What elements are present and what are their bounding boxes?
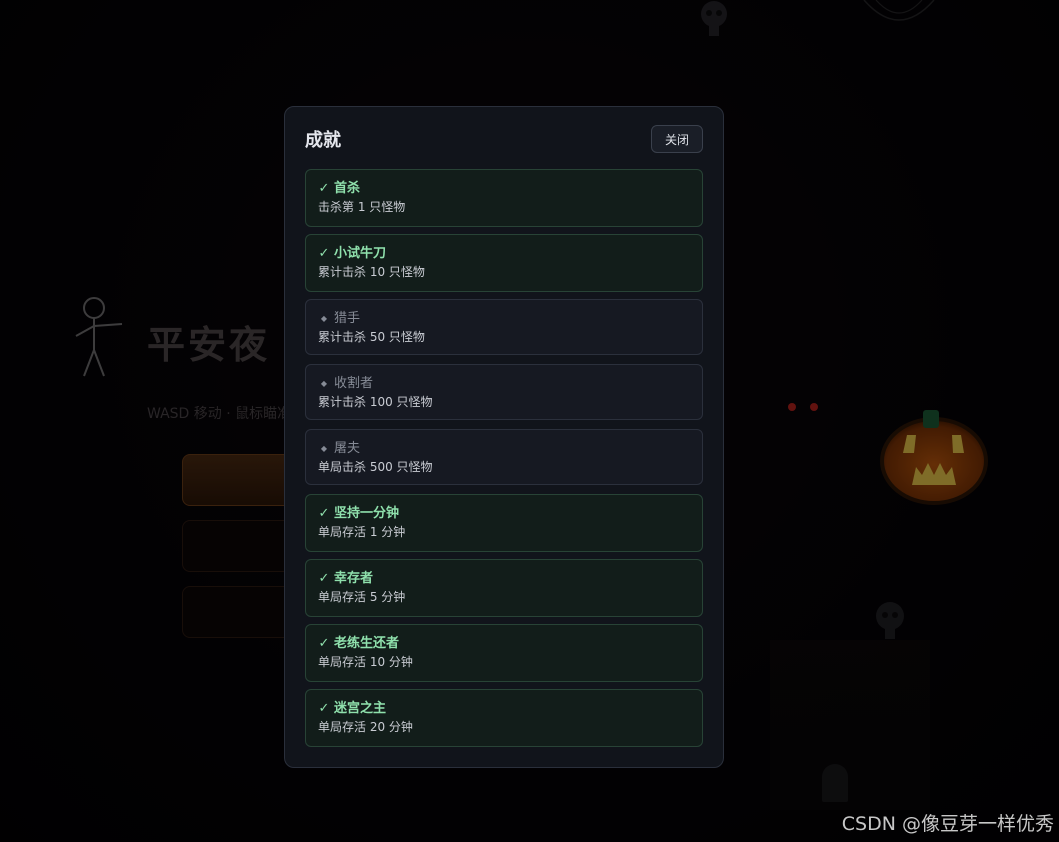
achievement-card: ◆ 猎手累计击杀 50 只怪物	[305, 299, 703, 355]
achievement-name: 屠夫	[334, 441, 361, 456]
achievement-name: 首杀	[334, 181, 361, 196]
checkmark-icon: ✓	[318, 246, 330, 261]
achievement-name: 猎手	[334, 311, 361, 326]
achievement-name: 老练生还者	[334, 636, 400, 651]
achievement-name: 收割者	[334, 376, 374, 391]
achievement-name: 迷宫之主	[334, 701, 387, 716]
achievement-description: 单局击杀 500 只怪物	[318, 460, 433, 474]
achievement-name-row: ✓ 首杀	[318, 180, 690, 197]
diamond-icon: ◆	[320, 444, 328, 453]
achievement-card: ✓ 老练生还者单局存活 10 分钟	[305, 624, 703, 682]
achievement-description: 单局存活 20 分钟	[318, 720, 413, 734]
achievement-description: 击杀第 1 只怪物	[318, 200, 406, 214]
achievement-description: 单局存活 10 分钟	[318, 655, 413, 669]
achievement-card: ✓ 幸存者单局存活 5 分钟	[305, 559, 703, 617]
achievements-modal: 成就 关闭 ✓ 首杀 击杀第 1 只怪物 ✓ 小试牛刀 累计击杀 10 只怪物 ◆ 猎手 累计击…	[284, 106, 724, 768]
achievement-name: 幸存者	[334, 571, 374, 586]
achievement-list: ✓ 首杀击杀第 1 只怪物 ✓ 小试牛刀累计击杀 10 只怪物 ◆ 猎手累计击杀 50 只…	[305, 169, 703, 747]
achievement-card: ✓ 坚持一分钟单局存活 1 分钟	[305, 494, 703, 552]
modal-title: 成就	[305, 130, 341, 151]
achievement-card: ◆ 收割者累计击杀 100 只怪物	[305, 364, 703, 420]
diamond-icon: ◆	[320, 314, 328, 323]
achievement-name-row: ◆ 屠夫	[318, 440, 690, 457]
close-button[interactable]: 关闭	[651, 125, 703, 153]
achievement-description: 单局存活 5 分钟	[318, 590, 406, 604]
achievement-card: ✓ 小试牛刀累计击杀 10 只怪物	[305, 234, 703, 292]
achievement-name-row: ◆ 收割者	[318, 375, 690, 392]
achievement-card: ✓ 首杀击杀第 1 只怪物	[305, 169, 703, 227]
achievement-name-row: ✓ 小试牛刀	[318, 245, 690, 262]
checkmark-icon: ✓	[318, 636, 330, 651]
achievement-name-row: ✓ 坚持一分钟	[318, 505, 690, 522]
achievement-description: 单局存活 1 分钟	[318, 525, 406, 539]
checkmark-icon: ✓	[318, 181, 330, 196]
achievement-name-row: ◆ 猎手	[318, 310, 690, 327]
checkmark-icon: ✓	[318, 506, 330, 521]
achievement-card: ◆ 屠夫单局击杀 500 只怪物	[305, 429, 703, 485]
checkmark-icon: ✓	[318, 701, 330, 716]
achievement-name: 坚持一分钟	[334, 506, 400, 521]
modal-header: 成就 关闭	[305, 123, 703, 155]
achievement-description: 累计击杀 10 只怪物	[318, 265, 425, 279]
diamond-icon: ◆	[320, 379, 328, 388]
achievement-name: 小试牛刀	[334, 246, 387, 261]
achievement-description: 累计击杀 100 只怪物	[318, 395, 433, 409]
achievement-card: ✓ 迷宫之主单局存活 20 分钟	[305, 689, 703, 747]
checkmark-icon: ✓	[318, 571, 330, 586]
achievement-name-row: ✓ 迷宫之主	[318, 700, 690, 717]
achievement-name-row: ✓ 幸存者	[318, 570, 690, 587]
achievement-name-row: ✓ 老练生还者	[318, 635, 690, 652]
achievement-description: 累计击杀 50 只怪物	[318, 330, 425, 344]
watermark: CSDN @像豆芽一样优秀	[841, 813, 1054, 835]
